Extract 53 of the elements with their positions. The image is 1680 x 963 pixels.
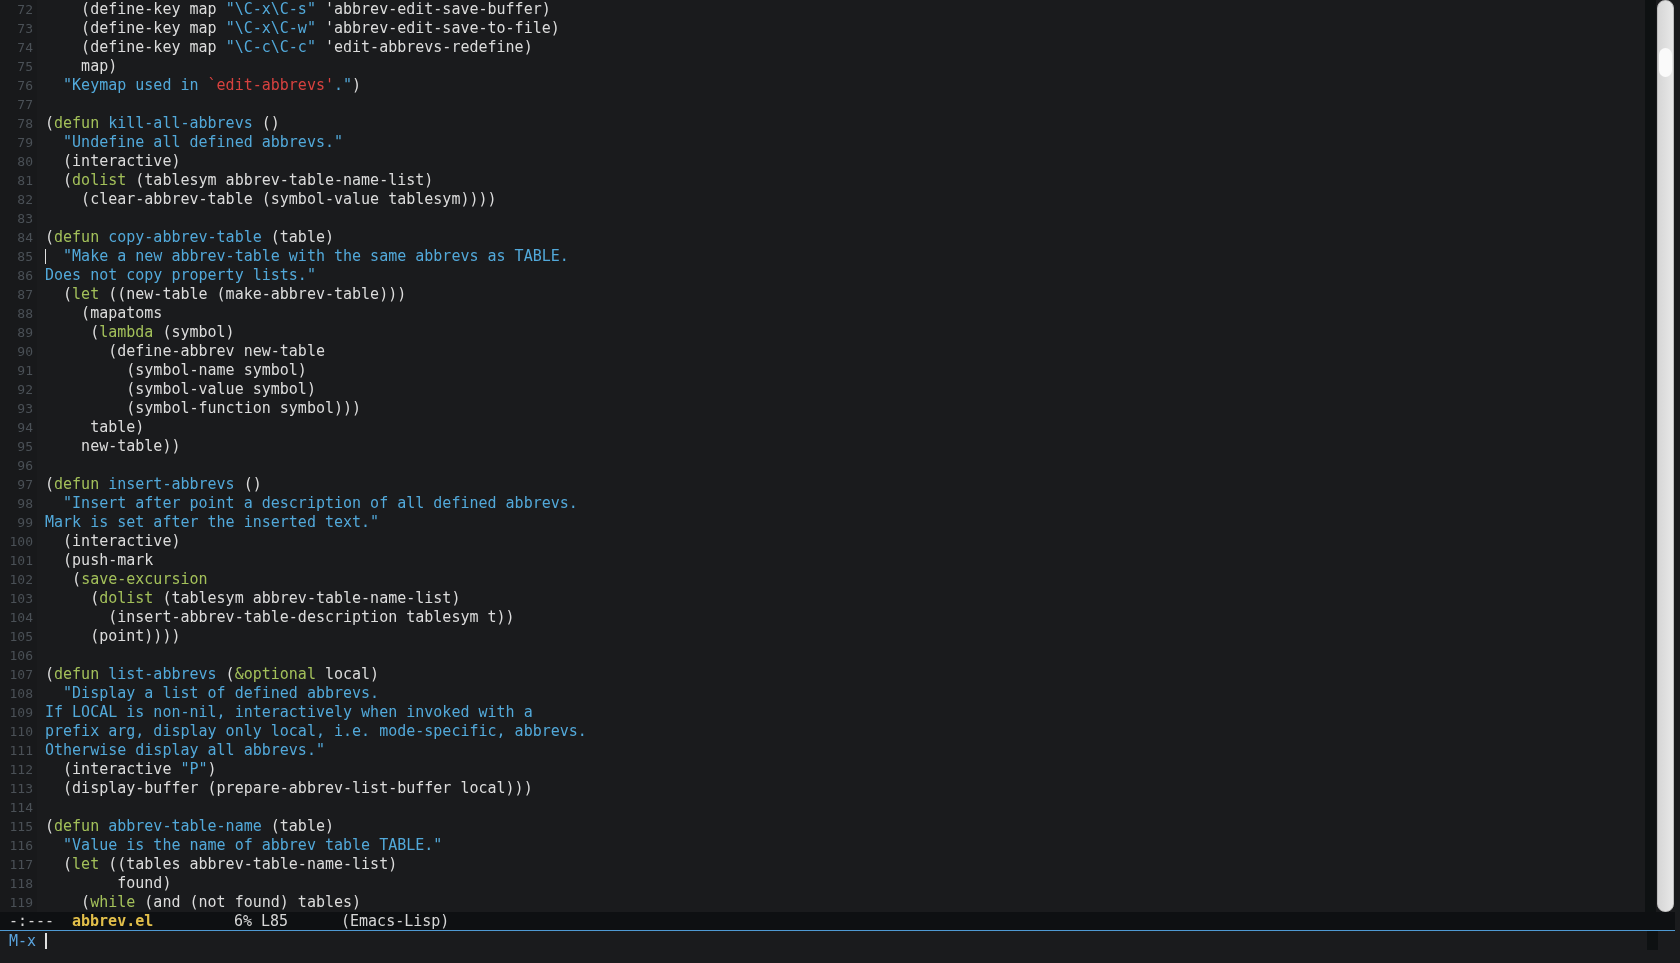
buffer-name: abbrev.el (72, 912, 155, 930)
code-line: (let ((new-table (make-abbrev-table))) (62, 285, 407, 304)
code-line: Mark is set after the inserted text." (44, 513, 380, 532)
code-line: "Undefine all defined abbrevs." (62, 133, 343, 152)
code-line: (define-key map "\C-c\C-c" 'edit-abbrevs-redefine) (80, 38, 533, 57)
code-line: Otherwise display all abbrevs." (44, 741, 325, 760)
code-line: (clear-abbrev-table (symbol-value tablesym)))) (80, 190, 497, 209)
code-line: (dolist (tablesym abbrev-table-name-list) (89, 589, 461, 608)
code-line: (let ((tables abbrev-table-name-list) (62, 855, 398, 874)
code-line: (defun list-abbrevs (&optional local) (44, 665, 380, 684)
code-line: (defun insert-abbrevs () (44, 475, 262, 494)
code-line: (symbol-name symbol) (125, 361, 307, 380)
scrollbar-thumb[interactable] (1659, 48, 1672, 77)
line-position: L85 (261, 912, 290, 930)
code-line: (display-buffer (prepare-abbrev-list-buffer local))) (62, 779, 533, 798)
code-line: "Insert after point a description of all defined abbrevs. (62, 494, 578, 513)
major-mode: (Emacs-Lisp) (341, 912, 450, 930)
scroll-percent: 6% (232, 912, 252, 930)
code-line: (define-abbrev new-table (107, 342, 325, 361)
code-line: (symbol-value symbol) (125, 380, 316, 399)
code-line: (interactive) (62, 532, 181, 551)
minibuffer-prompt: M-x (9, 931, 37, 950)
code-line: (symbol-function symbol))) (125, 399, 362, 418)
code-line: (defun kill-all-abbrevs () (44, 114, 280, 133)
code-line: (define-key map "\C-x\C-s" 'abbrev-edit-save-buffer) (80, 0, 551, 19)
code-line: (interactive "P") (62, 760, 217, 779)
code-line: (push-mark (62, 551, 154, 570)
code-line: (interactive) (62, 152, 181, 171)
code-line: (lambda (symbol) (89, 323, 235, 342)
code-line: Does not copy property lists." (44, 266, 316, 285)
modified-status: -:--- (9, 912, 56, 930)
text-cursor (45, 932, 48, 949)
code-line: (insert-abbrev-table-description tablesym t)) (107, 608, 515, 627)
code-line: (save-excursion (71, 570, 208, 589)
minibuffer-input[interactable]: M-x (0, 931, 1647, 950)
code-line: (mapatoms (80, 304, 163, 323)
code-line: new-table)) (80, 437, 181, 456)
code-line: If LOCAL is non-nil, interactively when invoked with a (44, 703, 533, 722)
code-line: "Make a new abbrev-table with the same abbrevs as TABLE. (37, 247, 569, 266)
code-line: "Value is the name of abbrev table TABLE." (62, 836, 443, 855)
code-line: (define-key map "\C-x\C-w" 'abbrev-edit-save-to-file) (80, 19, 560, 38)
code-line: prefix arg, display only local, i.e. mode-specific, abbrevs. (44, 722, 587, 741)
code-line: (point)))) (89, 627, 181, 646)
code-line: map) (80, 57, 118, 76)
code-line: found) (116, 874, 172, 893)
scrollbar-track[interactable] (1657, 0, 1674, 912)
code-line: table) (89, 418, 145, 437)
code-line: (defun copy-abbrev-table (table) (44, 228, 334, 247)
code-line: (dolist (tablesym abbrev-table-name-list) (62, 171, 434, 190)
code-line: "Keymap used in `edit-abbrevs'.") (62, 76, 362, 95)
code-line: (defun abbrev-table-name (table) (44, 817, 334, 836)
code-line: (while (and (not found) tables) (80, 893, 362, 912)
code-line: "Display a list of defined abbrevs. (62, 684, 380, 703)
